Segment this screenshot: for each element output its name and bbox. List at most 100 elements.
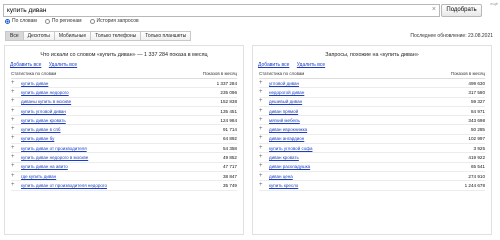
query-link[interactable]: купить диван недорого в москве — [21, 155, 88, 160]
impressions-count: 152 838 — [220, 99, 237, 105]
impressions-count: 343 698 — [468, 117, 485, 123]
add-phrase-icon[interactable]: + — [11, 80, 16, 86]
query-link[interactable]: диван прямой — [269, 109, 298, 114]
tab-mobile[interactable]: Мобильные — [54, 31, 92, 41]
query-link[interactable]: купить диван в спб — [21, 127, 61, 132]
remove-all-link[interactable]: Удалить все — [49, 62, 77, 68]
add-phrase-icon[interactable]: + — [259, 117, 264, 123]
row-left: + диван еврокнижка — [259, 126, 307, 132]
tab-phones[interactable]: Только телефоны — [91, 31, 142, 41]
row-left: + купить диван недорого — [11, 89, 69, 95]
table-row: + купить угловой софа 3 925 — [259, 144, 485, 154]
table-row: + диван цена 274 910 — [259, 172, 485, 182]
query-link[interactable]: купить диван недорого — [21, 90, 69, 95]
add-phrase-icon[interactable]: + — [11, 89, 16, 95]
col-query-header: Статистика по словам — [259, 71, 305, 76]
query-link[interactable]: дешевый диван — [269, 99, 302, 104]
top-hint[interactable]: ещё — [490, 1, 498, 6]
add-phrase-icon[interactable]: + — [11, 173, 16, 179]
search-button[interactable]: Подобрать — [441, 4, 482, 17]
add-phrase-icon[interactable]: + — [259, 126, 264, 132]
add-phrase-icon[interactable]: + — [259, 98, 264, 104]
query-link[interactable]: где купить диван — [21, 174, 56, 179]
search-input[interactable]: купить диван × — [3, 4, 440, 17]
radio-label[interactable]: По словам — [12, 18, 37, 24]
add-phrase-icon[interactable]: + — [259, 163, 264, 169]
add-phrase-icon[interactable]: + — [259, 154, 264, 160]
add-phrase-icon[interactable]: + — [259, 89, 264, 95]
row-left: + купить диван от производителя недорого — [11, 182, 107, 188]
radio-dot[interactable] — [89, 18, 95, 24]
search-mode-radios: По словам По регионам История запросов — [5, 18, 139, 24]
query-link[interactable]: купить угловой софа — [269, 146, 312, 151]
add-all-link[interactable]: Добавить все — [258, 62, 289, 68]
impressions-count: 84 971 — [470, 108, 485, 114]
add-phrase-icon[interactable]: + — [259, 80, 264, 86]
remove-all-link[interactable]: Удалить все — [297, 62, 325, 68]
add-phrase-icon[interactable]: + — [11, 126, 16, 132]
query-link[interactable]: купить диван бу — [21, 136, 54, 141]
panel-actions: Добавить все Удалить все — [258, 62, 491, 68]
add-phrase-icon[interactable]: + — [11, 163, 16, 169]
impressions-count: 59 327 — [470, 99, 485, 105]
row-left: + диван цена — [259, 173, 293, 179]
add-all-link[interactable]: Добавить все — [10, 62, 41, 68]
query-link[interactable]: купить кресло — [269, 183, 298, 188]
table-row: + купить диван бу 64 892 — [11, 135, 237, 145]
radio-dot[interactable] — [44, 18, 50, 24]
panel-actions: Добавить все Удалить все — [10, 62, 243, 68]
query-link[interactable]: купить диван на авито — [21, 164, 68, 169]
query-link[interactable]: диван кровать — [269, 155, 299, 160]
add-phrase-icon[interactable]: + — [11, 145, 16, 151]
row-left: + купить кресло — [259, 182, 298, 188]
impressions-count: 274 910 — [468, 173, 485, 179]
query-link[interactable]: диваны купить в москве — [21, 99, 71, 104]
query-link[interactable]: диван еврокнижка — [269, 127, 307, 132]
add-phrase-icon[interactable]: + — [259, 108, 264, 114]
add-phrase-icon[interactable]: + — [11, 154, 16, 160]
radio-by-words[interactable]: По словам — [5, 18, 37, 24]
clear-icon[interactable]: × — [432, 6, 436, 13]
add-phrase-icon[interactable]: + — [259, 135, 264, 141]
radio-history[interactable]: История запросов — [89, 18, 139, 24]
add-phrase-icon[interactable]: + — [11, 98, 16, 104]
table-row: + купить диван кровать 124 984 — [11, 116, 237, 126]
add-phrase-icon[interactable]: + — [259, 173, 264, 179]
query-link[interactable]: диван раскладушка — [269, 164, 310, 169]
search-input-value[interactable]: купить диван — [7, 7, 47, 14]
row-left: + диваны купить в москве — [11, 98, 71, 104]
query-link[interactable]: диван цена — [269, 174, 293, 179]
tab-all[interactable]: Все — [5, 31, 24, 41]
radio-label[interactable]: История запросов — [97, 18, 139, 24]
impressions-count: 64 892 — [222, 136, 237, 142]
row-left: + угловой диван — [259, 80, 299, 86]
tab-desktop[interactable]: Десктопы — [23, 31, 55, 41]
query-link[interactable]: купить диван кровать — [21, 118, 66, 123]
query-link[interactable]: мягкий мебель — [269, 118, 300, 123]
table-body: + купить диван 1 337 284 + купить диван недо… — [11, 79, 237, 191]
add-phrase-icon[interactable]: + — [259, 182, 264, 188]
table-row: + где купить диван 38 847 — [11, 172, 237, 182]
add-phrase-icon[interactable]: + — [11, 135, 16, 141]
table-header: Статистика по словам Показов в месяц — [259, 71, 485, 79]
query-link[interactable]: угловой диван — [269, 81, 299, 86]
table-row: + диван раскладушка 65 541 — [259, 163, 485, 172]
query-link[interactable]: диван ангардион — [269, 136, 304, 141]
add-phrase-icon[interactable]: + — [11, 182, 16, 188]
radio-dot[interactable] — [5, 18, 10, 24]
add-phrase-icon[interactable]: + — [259, 145, 264, 151]
query-link[interactable]: купить угловой диван — [21, 109, 66, 114]
row-left: + дешевый диван — [259, 98, 302, 104]
add-phrase-icon[interactable]: + — [11, 117, 16, 123]
query-link[interactable]: недорогой диван — [269, 90, 304, 95]
query-link[interactable]: купить диван — [21, 81, 48, 86]
query-link[interactable]: купить диван от производителя недорого — [21, 183, 107, 188]
radio-label[interactable]: По регионам — [52, 18, 82, 24]
panel-title: Запросы, похожие на «купить диван» — [325, 52, 419, 58]
add-phrase-icon[interactable]: + — [11, 108, 16, 114]
panel-similar-queries: Запросы, похожие на «купить диван» Добав… — [252, 45, 492, 235]
tab-tablets[interactable]: Только планшеты — [141, 31, 192, 41]
panel-searched-with-word: Что искали со словом «купить диван» — 1 … — [4, 45, 244, 235]
query-link[interactable]: купить диван от производителя — [21, 146, 87, 151]
radio-by-regions[interactable]: По регионам — [44, 18, 82, 24]
